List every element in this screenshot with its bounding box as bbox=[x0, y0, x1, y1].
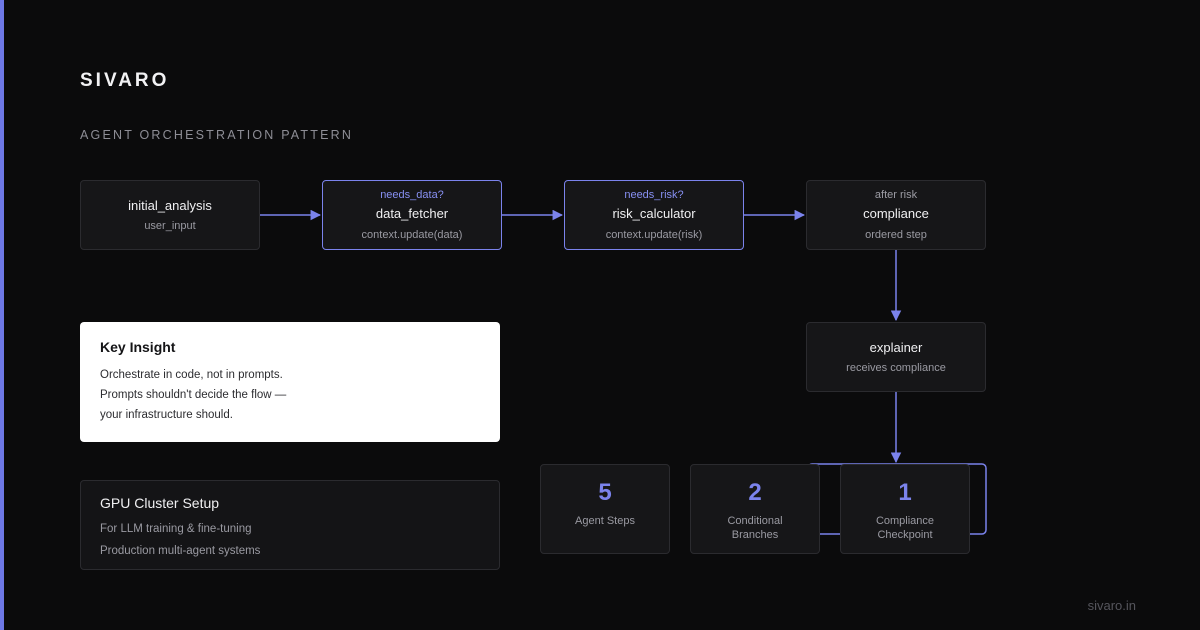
node-subtitle: context.update(data) bbox=[361, 229, 463, 241]
node-initial-analysis: initial_analysis user_input bbox=[80, 180, 260, 250]
key-insight-line: Orchestrate in code, not in prompts. bbox=[100, 369, 283, 381]
node-title: risk_calculator bbox=[612, 206, 696, 221]
node-condition: after risk bbox=[874, 189, 918, 201]
gpu-cluster-line: Production multi-agent systems bbox=[100, 545, 261, 557]
gpu-cluster-line: For LLM training & fine-tuning bbox=[100, 523, 252, 535]
stat-label: Agent Steps bbox=[575, 515, 635, 527]
gpu-cluster-card: GPU Cluster Setup For LLM training & fin… bbox=[80, 480, 500, 570]
node-subtitle: receives compliance bbox=[846, 362, 946, 374]
key-insight-line: Prompts shouldn't decide the flow — bbox=[100, 389, 287, 401]
key-insight-card: Key Insight Orchestrate in code, not in … bbox=[80, 322, 500, 442]
key-insight-line: your infrastructure should. bbox=[100, 409, 233, 421]
node-title: data_fetcher bbox=[375, 206, 449, 221]
node-subtitle: ordered step bbox=[865, 229, 927, 241]
node-subtitle: user_input bbox=[144, 220, 196, 232]
key-insight-heading: Key Insight bbox=[100, 339, 176, 355]
node-title: explainer bbox=[869, 340, 923, 355]
stat-label: Compliance Checkpoint bbox=[875, 515, 935, 541]
stat-compliance-checkpoint: 1 Compliance Checkpoint bbox=[840, 464, 970, 554]
footer-url[interactable]: sivaro.in bbox=[1088, 598, 1136, 613]
node-explainer: explainer receives compliance bbox=[806, 322, 986, 392]
stat-label: Conditional Branches bbox=[727, 515, 783, 541]
node-title: initial_analysis bbox=[128, 198, 212, 213]
stat-conditional-branches: 2 Conditional Branches bbox=[690, 464, 820, 554]
stat-value: 1 bbox=[898, 479, 912, 506]
node-compliance: after risk compliance ordered step bbox=[806, 180, 986, 250]
node-risk-calculator: needs_risk? risk_calculator context.upda… bbox=[564, 180, 744, 250]
node-data-fetcher: needs_data? data_fetcher context.update(… bbox=[322, 180, 502, 250]
stat-agent-steps: 5 Agent Steps bbox=[540, 464, 670, 554]
node-condition: needs_data? bbox=[380, 189, 444, 201]
gpu-cluster-heading: GPU Cluster Setup bbox=[100, 495, 220, 511]
node-subtitle: context.update(risk) bbox=[605, 229, 703, 241]
stat-value: 2 bbox=[748, 479, 762, 506]
node-condition: needs_risk? bbox=[624, 189, 684, 201]
node-title: compliance bbox=[863, 206, 929, 221]
stat-value: 5 bbox=[598, 479, 612, 506]
